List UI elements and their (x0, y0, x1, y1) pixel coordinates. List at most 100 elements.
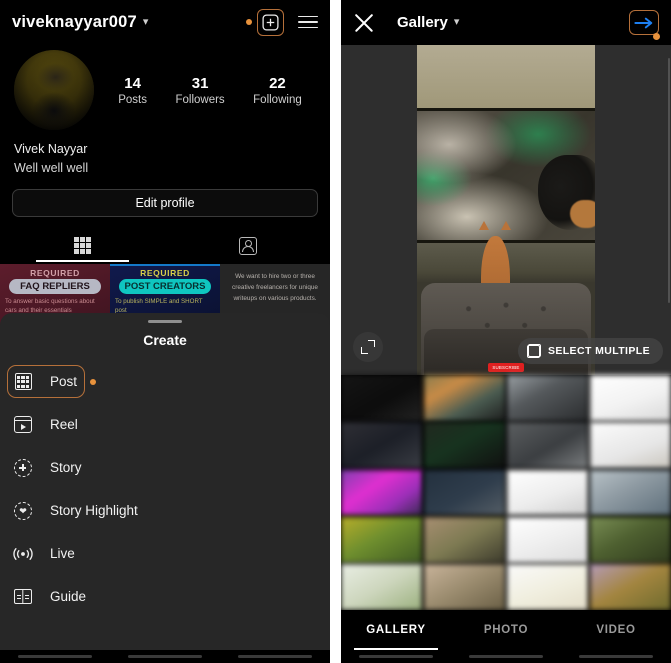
create-menu-item-live[interactable]: Live (0, 532, 330, 575)
gallery-thumbnail[interactable] (341, 375, 423, 421)
bio-text: Well well well (14, 160, 89, 175)
stat-followers-label: Followers (175, 94, 225, 107)
gallery-thumbnail[interactable] (341, 422, 423, 469)
create-bottom-sheet: Create Post Reel Story ❤ Story Highlight… (0, 313, 330, 663)
chevron-down-icon[interactable]: ▾ (143, 16, 149, 28)
gallery-thumbnail[interactable] (423, 564, 506, 610)
stat-followers[interactable]: 31 Followers (175, 74, 224, 106)
stat-posts[interactable]: 14 Posts (118, 74, 147, 106)
create-menu-item-story[interactable]: Story (0, 446, 330, 489)
gallery-source-tabs: GALLERY PHOTO VIDEO (341, 610, 671, 650)
nav-bar-pill[interactable] (579, 654, 653, 659)
gallery-thumbnail[interactable] (423, 375, 506, 421)
create-menu-item-post[interactable]: Post (0, 360, 330, 403)
preview-dog (538, 154, 595, 230)
story-plus-icon (12, 458, 34, 477)
sidebar-item-tagged-tab[interactable] (165, 230, 330, 262)
reel-icon (12, 416, 34, 434)
stacked-squares-icon (526, 344, 541, 358)
preview-wall (417, 45, 595, 108)
gallery-thumbnail[interactable] (423, 469, 506, 516)
nav-bar-pill[interactable] (238, 654, 312, 659)
nav-bar-pill[interactable] (359, 654, 433, 659)
hamburger-menu-icon[interactable] (298, 15, 318, 29)
create-menu-label: Story (50, 460, 82, 476)
tagged-person-icon (238, 236, 257, 255)
gallery-thumbnail[interactable] (506, 469, 589, 516)
profile-stats: 14 Posts 31 Followers 22 Following (94, 74, 316, 106)
stat-posts-label: Posts (118, 94, 147, 107)
gallery-thumbnail[interactable] (589, 469, 671, 516)
post-thumb-badge: REQUIRED (30, 267, 80, 278)
nav-bar-pill[interactable] (128, 654, 202, 659)
gallery-thumbnail[interactable] (341, 516, 423, 563)
gallery-thumbnail[interactable] (423, 422, 506, 469)
tab-photo[interactable]: PHOTO (451, 610, 561, 650)
next-arrow-button[interactable] (629, 10, 660, 40)
live-broadcast-icon (12, 547, 34, 561)
create-menu-label: Post (50, 374, 78, 390)
gallery-thumbnail[interactable] (589, 516, 671, 563)
gallery-thumbnail[interactable] (506, 564, 589, 610)
stat-posts-value: 14 (124, 74, 141, 92)
stat-following-value: 22 (269, 74, 286, 92)
instagram-profile-panel: viveknayyar007 ▾ 14 Posts 31 Followers 2… (0, 0, 330, 663)
create-menu-item-story-highlight[interactable]: ❤ Story Highlight (0, 489, 330, 532)
gallery-thumbnail[interactable] (506, 516, 589, 563)
tab-video[interactable]: VIDEO (561, 610, 671, 650)
media-preview[interactable]: SUBSCRIBE SELECT MULTIPLE (341, 45, 671, 375)
profile-username[interactable]: viveknayyar007 (12, 13, 137, 32)
create-menu-label: Story Highlight (50, 503, 138, 519)
close-x-icon[interactable] (353, 12, 375, 34)
expand-glyph (361, 340, 375, 354)
sheet-drag-handle[interactable] (148, 320, 182, 324)
gallery-thumbnail[interactable] (589, 422, 671, 469)
create-menu-item-guide[interactable]: Guide (0, 575, 330, 618)
profile-bio: Vivek Nayyar Well well well (0, 130, 330, 178)
gallery-thumbnail[interactable] (506, 422, 589, 469)
guide-book-icon (12, 589, 34, 605)
post-highlight-dot (90, 379, 96, 386)
gallery-scrollbar[interactable] (667, 58, 670, 303)
gallery-thumbnail[interactable] (423, 516, 506, 563)
grid-icon (12, 373, 34, 391)
notification-dot (246, 19, 252, 25)
avatar[interactable] (14, 50, 94, 130)
create-menu-list: Post Reel Story ❤ Story Highlight Live G… (0, 360, 330, 618)
gallery-thumbnail[interactable] (506, 375, 589, 421)
stat-following-label: Following (253, 94, 302, 107)
tab-gallery[interactable]: GALLERY (341, 610, 451, 650)
gallery-picker-panel: Gallery ▾ SUBSCRIBE SELECT MULTIPLE GALL… (341, 0, 671, 663)
post-thumb-badge: REQUIRED (140, 267, 190, 278)
plus-square-glyph (262, 13, 279, 31)
gallery-thumbnail[interactable] (589, 375, 671, 421)
plus-square-icon[interactable] (257, 8, 284, 36)
sidebar-item-grid-tab[interactable] (0, 230, 165, 262)
gallery-thumbnail[interactable] (341, 564, 423, 610)
gallery-header: Gallery ▾ (341, 0, 671, 45)
stat-followers-value: 31 (191, 74, 209, 92)
edit-profile-button[interactable]: Edit profile (12, 188, 318, 217)
gallery-thumbnail[interactable] (341, 469, 423, 516)
gallery-thumbnail[interactable] (589, 564, 671, 610)
android-nav-bar-right (341, 650, 671, 663)
select-multiple-button[interactable]: SELECT MULTIPLE (517, 338, 663, 364)
next-notification-dot (653, 33, 660, 40)
post-thumb-text: We want to hire two or three creative fr… (232, 272, 318, 302)
sheet-title: Create (143, 332, 187, 349)
post-thumb-pill: POST CREATORS (118, 278, 212, 294)
create-menu-label: Guide (50, 589, 87, 605)
expand-crop-icon[interactable] (353, 332, 383, 362)
create-menu-label: Live (50, 546, 75, 562)
nav-bar-pill[interactable] (469, 654, 543, 659)
arrow-right-icon (634, 17, 653, 28)
chevron-down-icon[interactable]: ▾ (454, 17, 460, 28)
grid-icon (74, 237, 91, 254)
select-multiple-label: SELECT MULTIPLE (547, 345, 650, 357)
create-menu-item-reel[interactable]: Reel (0, 403, 330, 446)
gallery-title[interactable]: Gallery (397, 14, 448, 31)
stat-following[interactable]: 22 Following (253, 74, 302, 106)
story-highlight-heart-icon: ❤ (12, 501, 34, 520)
create-menu-label: Reel (50, 417, 78, 433)
nav-bar-pill[interactable] (18, 654, 92, 659)
